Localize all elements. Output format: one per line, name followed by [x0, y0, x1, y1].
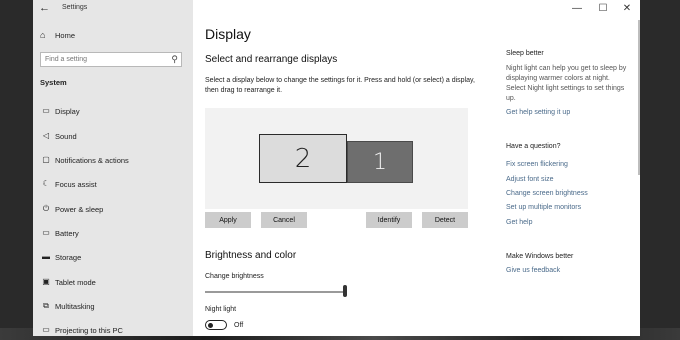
projecting-icon: ▭	[42, 325, 50, 334]
sidebar: ← Settings ⌂ Home Find a setting ⚲ Syste…	[33, 0, 193, 336]
monitor-1-selected[interactable]: 1	[347, 141, 413, 183]
sidebar-item-label: Focus assist	[55, 180, 97, 189]
sidebar-item-label: Display	[55, 107, 80, 116]
home-nav-item[interactable]: ⌂ Home	[40, 28, 190, 44]
cancel-button[interactable]: Cancel	[261, 212, 307, 228]
sidebar-item-display[interactable]: ▭ Display	[33, 102, 193, 122]
sidebar-item-label: Projecting to this PC	[55, 326, 123, 335]
sidebar-item-label: Storage	[55, 253, 82, 262]
battery-icon: ▭	[42, 228, 50, 237]
notifications-icon: ▢	[42, 155, 50, 164]
sidebar-item-multitasking[interactable]: ⧉ Multitasking	[33, 297, 193, 317]
make-windows-better-heading: Make Windows better	[506, 253, 574, 260]
maximize-button[interactable]: ☐	[591, 0, 615, 16]
speaker-icon: ◁	[42, 131, 50, 140]
sidebar-item-notifications[interactable]: ▢ Notifications & actions	[33, 151, 193, 171]
sidebar-item-battery[interactable]: ▭ Battery	[33, 224, 193, 244]
arrange-description: Select a display below to change the set…	[205, 77, 475, 94]
monitor-icon: ▭	[42, 106, 50, 115]
sidebar-item-sound[interactable]: ◁ Sound	[33, 127, 193, 147]
sidebar-item-label: Sound	[55, 132, 77, 141]
sidebar-item-projecting[interactable]: ▭ Projecting to this PC	[33, 321, 193, 336]
page-title: Display	[205, 26, 251, 42]
sidebar-item-power-sleep[interactable]: ⏻ Power & sleep	[33, 200, 193, 220]
brightness-label: Change brightness	[205, 273, 264, 280]
display-arrangement-area: 2 1	[205, 108, 468, 209]
brightness-link[interactable]: Change screen brightness	[506, 190, 588, 197]
search-input[interactable]: Find a setting ⚲	[40, 52, 182, 67]
night-light-toggle[interactable]	[205, 320, 227, 330]
scrollbar[interactable]	[638, 20, 640, 175]
font-size-link[interactable]: Adjust font size	[506, 176, 553, 183]
brightness-slider-track[interactable]	[205, 291, 345, 293]
fix-flickering-link[interactable]: Fix screen flickering	[506, 161, 568, 168]
title-bar: ← Settings	[33, 0, 193, 18]
sidebar-item-tablet-mode[interactable]: ▣ Tablet mode	[33, 273, 193, 293]
arrange-heading: Select and rearrange displays	[205, 54, 338, 65]
sidebar-item-label: Notifications & actions	[55, 156, 129, 165]
identify-button[interactable]: Identify	[366, 212, 412, 228]
toggle-knob	[208, 322, 213, 328]
multiple-monitors-link[interactable]: Set up multiple monitors	[506, 204, 581, 211]
brightness-heading: Brightness and color	[205, 250, 297, 261]
minimize-button[interactable]: —	[565, 0, 589, 16]
night-light-state: Off	[234, 322, 244, 329]
sleep-better-text: Night light can help you get to sleep by…	[506, 65, 627, 102]
sidebar-item-storage[interactable]: ▬ Storage	[33, 248, 193, 268]
apply-button[interactable]: Apply	[205, 212, 251, 228]
settings-window: ← Settings ⌂ Home Find a setting ⚲ Syste…	[33, 0, 640, 336]
close-button[interactable]: ✕	[615, 0, 639, 16]
main-content: Display Select and rearrange displays Se…	[193, 0, 493, 336]
sidebar-item-label: Multitasking	[55, 302, 95, 311]
search-icon[interactable]: ⚲	[171, 54, 178, 65]
sidebar-item-label: Battery	[55, 229, 79, 238]
section-heading: System	[40, 78, 67, 87]
app-title: Settings	[62, 4, 88, 11]
related-panel: Sleep better Night light can help you ge…	[506, 0, 636, 336]
multitasking-icon: ⧉	[43, 301, 49, 310]
search-placeholder: Find a setting	[45, 56, 88, 63]
tablet-icon: ▣	[42, 277, 50, 286]
detect-button[interactable]: Detect	[422, 212, 468, 228]
sleep-better-heading: Sleep better	[506, 50, 544, 57]
moon-icon: ☾	[42, 179, 50, 188]
brightness-slider-thumb[interactable]	[343, 285, 347, 297]
sidebar-item-focus-assist[interactable]: ☾ Focus assist	[33, 175, 193, 195]
monitor-2[interactable]: 2	[259, 134, 347, 183]
help-setting-link[interactable]: Get help setting it up	[506, 109, 570, 116]
question-heading: Have a question?	[506, 143, 561, 150]
feedback-link[interactable]: Give us feedback	[506, 267, 560, 274]
sidebar-item-label: Tablet mode	[55, 278, 96, 287]
storage-icon: ▬	[42, 252, 50, 261]
home-label: Home	[55, 31, 76, 40]
home-icon: ⌂	[40, 30, 46, 40]
power-icon: ⏻	[42, 204, 50, 213]
sidebar-item-label: Power & sleep	[55, 205, 104, 214]
back-arrow-icon[interactable]: ←	[39, 2, 50, 14]
night-light-label: Night light	[205, 306, 237, 313]
get-help-link[interactable]: Get help	[506, 219, 532, 226]
